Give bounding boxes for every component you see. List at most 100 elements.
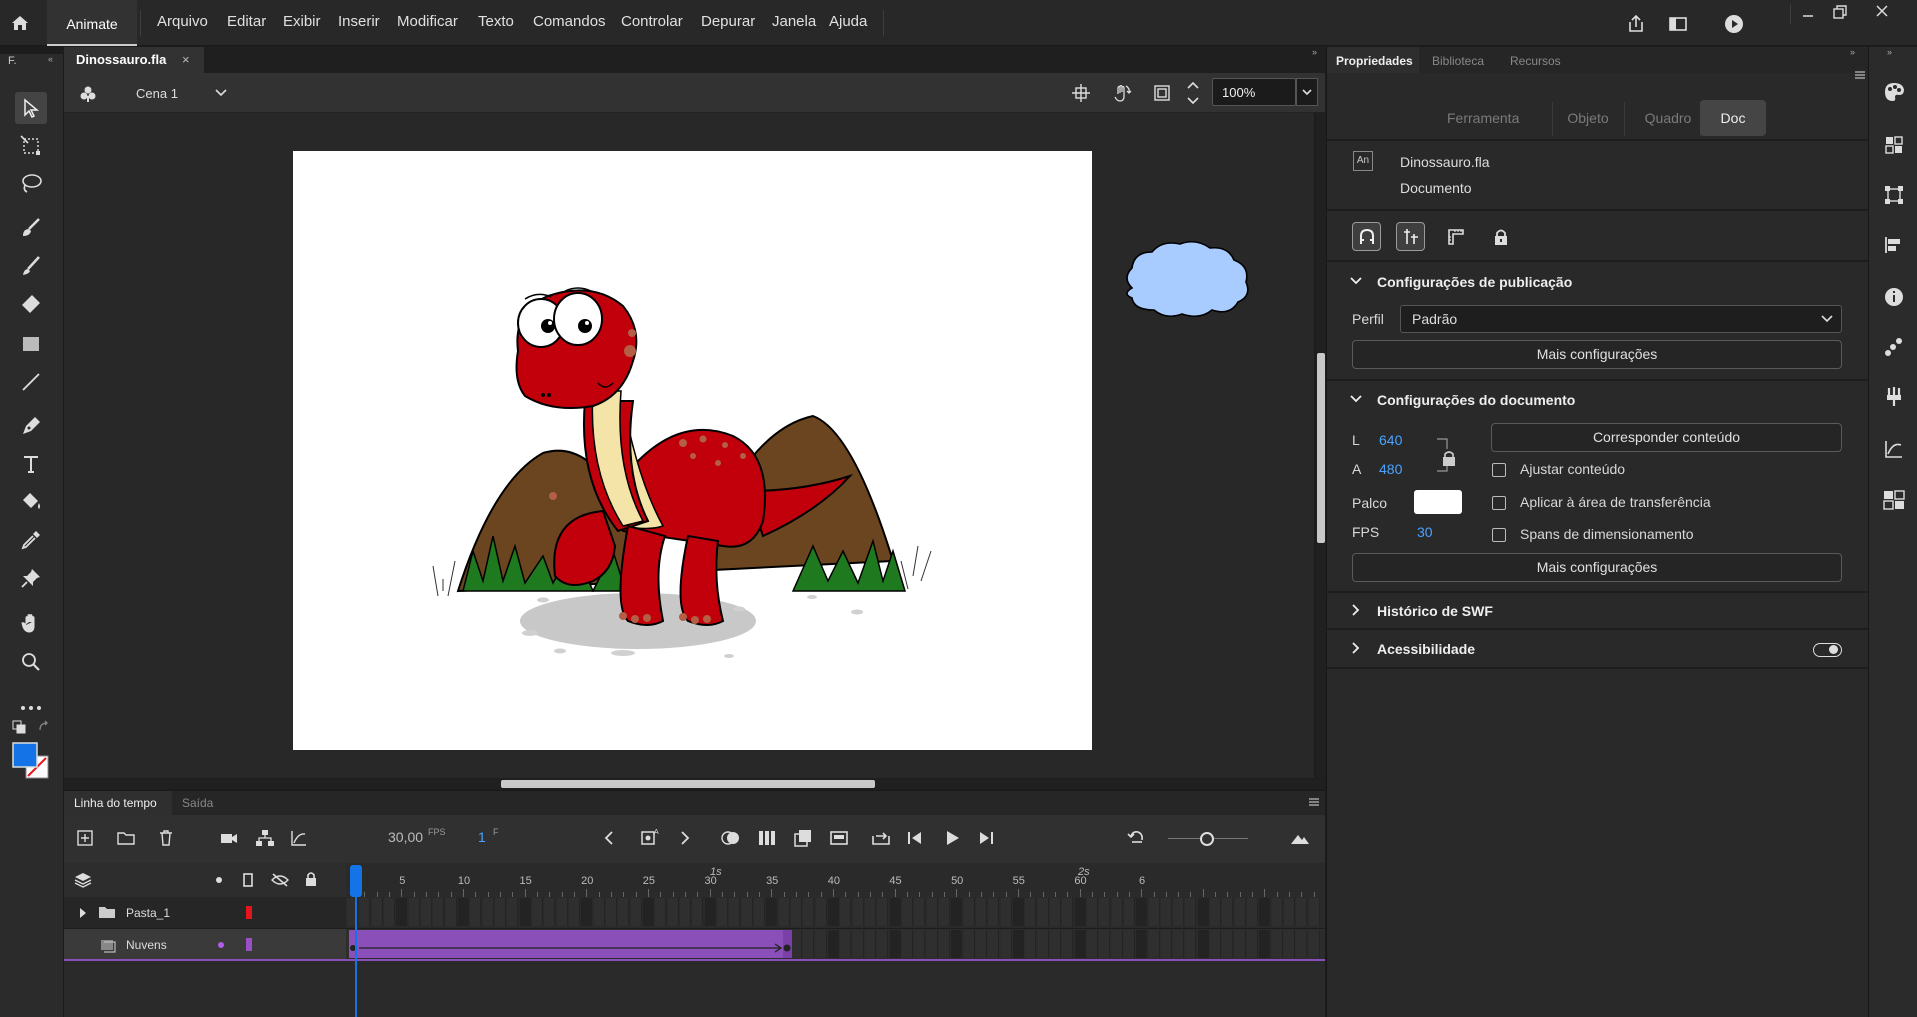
pen-tool-icon[interactable]: [15, 410, 47, 442]
minimize-icon[interactable]: [1800, 4, 1816, 20]
publish-settings-title[interactable]: Configurações de publicação: [1377, 274, 1572, 290]
next-keyframe-icon[interactable]: [678, 829, 692, 847]
new-layer-icon[interactable]: [76, 829, 94, 847]
tab-library[interactable]: Biblioteca: [1432, 54, 1484, 68]
close-tab-icon[interactable]: ×: [182, 52, 190, 67]
link-dimensions-icon[interactable]: [1435, 435, 1457, 475]
panel-expand-icon[interactable]: »: [1850, 47, 1855, 57]
menu-inserir[interactable]: Inserir: [338, 13, 380, 30]
test-movie-icon[interactable]: [1723, 13, 1745, 35]
chevron-right-icon[interactable]: [1350, 604, 1362, 616]
chevron-down-icon[interactable]: [1350, 393, 1362, 405]
frames-row-nuvens[interactable]: [346, 929, 1325, 961]
menu-comandos[interactable]: Comandos: [533, 13, 606, 30]
timeline-zoom-slider-handle[interactable]: [1200, 832, 1214, 846]
play-icon[interactable]: [942, 828, 962, 848]
clip-content-icon[interactable]: [1153, 84, 1171, 102]
info-panel-icon[interactable]: [1884, 287, 1904, 307]
chevron-down-icon[interactable]: [214, 86, 228, 100]
outline-all-icon[interactable]: [242, 872, 254, 888]
vertical-scrollbar[interactable]: [1316, 113, 1326, 778]
fps-value[interactable]: 30,00: [388, 829, 423, 845]
panel-menu-icon[interactable]: [1308, 796, 1320, 808]
graph-editor-icon[interactable]: [290, 829, 308, 847]
default-colors-icon[interactable]: [12, 720, 26, 734]
edit-multiple-frames-icon[interactable]: [757, 828, 777, 848]
app-tab[interactable]: Animate: [47, 0, 137, 46]
align-panel-icon[interactable]: [1884, 235, 1904, 255]
insert-blank-frame-icon[interactable]: [829, 828, 849, 848]
pin-tool-icon[interactable]: [15, 562, 47, 594]
menu-arquivo[interactable]: Arquivo: [157, 13, 208, 30]
eyedropper-tool-icon[interactable]: [15, 524, 47, 556]
fps-field[interactable]: 30: [1417, 524, 1433, 540]
accessibility-toggle[interactable]: [1813, 643, 1842, 657]
layer-name[interactable]: Pasta_1: [126, 906, 170, 920]
delete-layer-icon[interactable]: [157, 829, 175, 847]
paint-bucket-tool-icon[interactable]: [15, 486, 47, 518]
zoom-input[interactable]: 100%: [1212, 78, 1296, 106]
swf-history-title[interactable]: Histórico de SWF: [1377, 603, 1493, 619]
panel-collapse-icon[interactable]: «: [48, 54, 53, 64]
camera-icon[interactable]: [219, 829, 239, 847]
publish-more-settings-button[interactable]: Mais configurações: [1352, 340, 1842, 369]
subtab-object[interactable]: Objeto: [1556, 110, 1620, 126]
menu-janela[interactable]: Janela: [772, 13, 816, 30]
scaling-spans-checkbox[interactable]: [1492, 528, 1506, 542]
step-back-icon[interactable]: [905, 828, 925, 848]
motion-editor-icon[interactable]: [1884, 439, 1904, 459]
insert-keyframe-icon[interactable]: A: [640, 827, 660, 847]
playhead[interactable]: [350, 863, 362, 1017]
highlight-dot-icon[interactable]: [218, 942, 224, 948]
swap-colors-icon[interactable]: [37, 720, 51, 734]
selection-tool-icon[interactable]: [15, 92, 47, 124]
subtab-doc[interactable]: Doc: [1700, 100, 1766, 136]
panel-menu-icon[interactable]: [1854, 69, 1866, 81]
share-icon[interactable]: [1626, 14, 1646, 34]
color-panel-icon[interactable]: [1883, 81, 1905, 103]
menu-exibir[interactable]: Exibir: [283, 13, 321, 30]
convert-to-symbol-icon[interactable]: [793, 828, 813, 848]
paint-brush-tool-icon[interactable]: [15, 212, 47, 244]
zoom-stepper-icon[interactable]: [1186, 79, 1200, 107]
loop-playback-icon[interactable]: [870, 828, 892, 848]
timeline-ruler[interactable]: 5 10 15 20 25 30 35 40 45 50 55 60 6 1s 2s: [346, 863, 1325, 897]
edit-symbols-icon[interactable]: [78, 84, 98, 104]
line-tool-icon[interactable]: [15, 366, 47, 398]
adjust-content-checkbox[interactable]: [1492, 463, 1506, 477]
rulers-icon[interactable]: [1441, 222, 1470, 251]
center-stage-icon[interactable]: [1072, 84, 1090, 102]
onion-skin-icon[interactable]: [720, 828, 742, 848]
match-contents-button[interactable]: Corresponder conteúdo: [1491, 423, 1842, 452]
rectangle-tool-icon[interactable]: [15, 328, 47, 360]
swatches-panel-icon[interactable]: [1884, 135, 1904, 155]
layer-parenting-icon[interactable]: [255, 829, 275, 847]
accessibility-title[interactable]: Acessibilidade: [1377, 641, 1475, 657]
chevron-down-icon[interactable]: [1350, 275, 1362, 287]
reset-zoom-icon[interactable]: [1126, 828, 1146, 848]
tab-output[interactable]: Saída: [182, 796, 213, 810]
document-settings-title[interactable]: Configurações do documento: [1377, 392, 1575, 408]
step-forward-icon[interactable]: [976, 828, 996, 848]
stage-canvas[interactable]: [293, 151, 1092, 750]
brush-tool-icon[interactable]: [15, 250, 47, 282]
motion-presets-icon[interactable]: [1884, 337, 1904, 357]
hide-all-icon[interactable]: [270, 872, 290, 888]
layer-name[interactable]: Nuvens: [126, 938, 167, 952]
workspace-icon[interactable]: [1668, 14, 1688, 34]
doc-more-settings-button[interactable]: Mais configurações: [1352, 553, 1842, 582]
menu-editar[interactable]: Editar: [227, 13, 266, 30]
layer-color-swatch[interactable]: [246, 906, 252, 919]
height-value[interactable]: 480: [1379, 461, 1402, 477]
edit-guides-icon[interactable]: [1396, 222, 1425, 251]
highlight-all-icon[interactable]: [215, 876, 223, 884]
zoom-tool-icon[interactable]: [15, 646, 47, 678]
lock-guides-icon[interactable]: [1486, 222, 1515, 251]
menu-ajuda[interactable]: Ajuda: [829, 13, 867, 30]
apply-pasteboard-checkbox[interactable]: [1492, 496, 1506, 510]
horizontal-scroll-thumb[interactable]: [501, 780, 875, 788]
components-panel-icon[interactable]: [1884, 385, 1904, 407]
subtab-frame[interactable]: Quadro: [1631, 110, 1705, 126]
hand-tool-icon[interactable]: [15, 608, 47, 640]
new-folder-icon[interactable]: [116, 829, 136, 847]
